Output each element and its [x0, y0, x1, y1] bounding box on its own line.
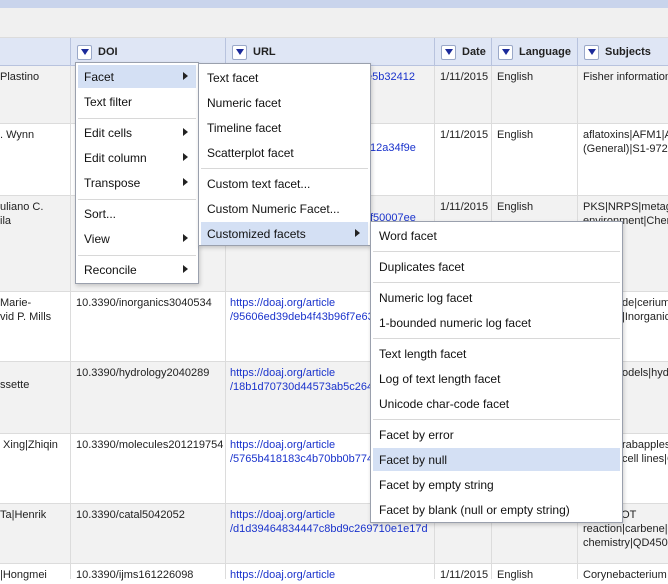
- cell-authors: Ta|Henrik: [0, 509, 47, 521]
- cell-authors: ssette: [0, 379, 30, 391]
- column-label-subjects: Subjects: [605, 46, 651, 58]
- menu-item-transpose[interactable]: Transpose: [78, 171, 196, 194]
- cell-subjects: rabapples cell lines|C: [622, 439, 668, 465]
- cell-language: English: [497, 71, 534, 83]
- facet-submenu: Text facet Numeric facet Timeline facet …: [198, 63, 371, 246]
- menu-item-text-length-facet[interactable]: Text length facet: [373, 342, 620, 365]
- cell-authors: |Hongmei: [0, 569, 47, 581]
- menu-item-facet-by-null[interactable]: Facet by null: [373, 448, 620, 471]
- column-header-url[interactable]: URL: [225, 38, 434, 66]
- cell-subjects: de|cerium| |Inorganic: [622, 297, 668, 323]
- menu-separator: [373, 338, 620, 339]
- menu-item-bounded-numeric-log-facet[interactable]: 1-bounded numeric log facet: [373, 311, 620, 334]
- menu-item-scatterplot-facet[interactable]: Scatterplot facet: [201, 141, 368, 164]
- menu-item-facet[interactable]: Facet: [78, 65, 196, 88]
- cell-authors: Marie- vid P. Mills: [0, 297, 52, 323]
- menu-item-timeline-facet[interactable]: Timeline facet: [201, 116, 368, 139]
- menu-item-sort[interactable]: Sort...: [78, 202, 196, 225]
- cell-authors: uliano C. ila: [0, 201, 44, 227]
- cell-authors: . Wynn: [0, 129, 35, 141]
- cell-authors: Xing|Zhiqin: [0, 439, 58, 451]
- cell-date: 1/11/2015: [440, 569, 489, 581]
- menu-item-edit-column[interactable]: Edit column: [78, 146, 196, 169]
- menu-item-facet-by-empty-string[interactable]: Facet by empty string: [373, 473, 620, 496]
- cell-subjects: aflatoxins|AFM1|A (General)|S1-972|: [583, 129, 668, 155]
- menu-item-numeric-log-facet[interactable]: Numeric log facet: [373, 286, 620, 309]
- column-label-date: Date: [462, 46, 486, 58]
- cell-url[interactable]: https://doaj.org/article /18b1d70730d445…: [230, 366, 373, 394]
- menu-separator: [201, 168, 368, 169]
- chevron-right-icon: [183, 265, 188, 273]
- menu-item-facet-by-blank[interactable]: Facet by blank (null or empty string): [373, 498, 620, 521]
- top-bar: [0, 0, 668, 8]
- cell-url[interactable]: https://doaj.org/article /5765b418183c4b…: [230, 438, 373, 466]
- menu-item-word-facet[interactable]: Word facet: [373, 224, 620, 247]
- cell-doi: 10.3390/ijms161226098: [76, 569, 194, 581]
- cell-url[interactable]: e5b32412: [366, 70, 415, 84]
- menu-item-view[interactable]: View: [78, 227, 196, 250]
- menu-item-text-facet[interactable]: Text facet: [201, 66, 368, 89]
- menu-separator: [373, 251, 620, 252]
- cell-doi: 10.3390/hydrology2040289: [76, 367, 210, 379]
- chevron-down-icon[interactable]: [232, 44, 247, 60]
- menu-item-numeric-facet[interactable]: Numeric facet: [201, 91, 368, 114]
- column-header-date[interactable]: Date: [434, 38, 491, 66]
- menu-separator: [78, 255, 196, 256]
- cell-doi: 10.3390/inorganics3040534: [76, 297, 212, 309]
- cell-url[interactable]: https://doaj.org/article /95606ed39deb4f…: [230, 296, 374, 324]
- cell-subjects: Corynebacterium: [583, 569, 667, 581]
- column-label-url: URL: [253, 46, 276, 58]
- column-menu: Facet Text filter Edit cells Edit column…: [75, 62, 199, 284]
- chevron-right-icon: [183, 72, 188, 80]
- cell-language: English: [497, 129, 534, 141]
- menu-item-unicode-char-code-facet[interactable]: Unicode char-code facet: [373, 392, 620, 415]
- menu-separator: [373, 419, 620, 420]
- cell-subjects: Fisher information: [583, 71, 668, 83]
- menu-item-customized-facets[interactable]: Customized facets: [201, 222, 368, 245]
- menu-separator: [373, 282, 620, 283]
- column-label-language: Language: [519, 46, 571, 58]
- toolbar: [0, 8, 668, 38]
- column-label-doi: DOI: [98, 46, 118, 58]
- cell-date: 1/11/2015: [440, 71, 489, 83]
- column-divider: [70, 66, 71, 579]
- chevron-right-icon: [355, 229, 360, 237]
- chevron-down-icon[interactable]: [441, 44, 456, 60]
- customized-facets-submenu: Word facet Duplicates facet Numeric log …: [370, 221, 623, 523]
- menu-item-edit-cells[interactable]: Edit cells: [78, 121, 196, 144]
- cell-url[interactable]: 12a34f9e: [370, 141, 416, 155]
- menu-item-reconcile[interactable]: Reconcile: [78, 258, 196, 281]
- chevron-right-icon: [183, 153, 188, 161]
- table-row: |Hongmei 10.3390/ijms161226098 https://d…: [0, 564, 668, 584]
- chevron-down-icon[interactable]: [584, 44, 599, 60]
- chevron-down-icon[interactable]: [77, 44, 92, 60]
- cell-url[interactable]: https://doaj.org/article: [230, 568, 335, 582]
- cell-language: English: [497, 201, 534, 213]
- cell-doi: 10.3390/molecules201219754: [76, 439, 224, 451]
- cell-date: 1/11/2015: [440, 129, 489, 141]
- cell-date: 1/11/2015: [440, 201, 489, 213]
- column-header-subjects[interactable]: Subjects: [577, 38, 668, 66]
- column-header-language[interactable]: Language: [491, 38, 577, 66]
- column-header-authors: [0, 38, 70, 66]
- chevron-right-icon: [183, 178, 188, 186]
- menu-item-custom-numeric-facet[interactable]: Custom Numeric Facet...: [201, 197, 368, 220]
- menu-separator: [78, 118, 196, 119]
- menu-item-log-text-length-facet[interactable]: Log of text length facet: [373, 367, 620, 390]
- chevron-right-icon: [183, 128, 188, 136]
- cell-doi: 10.3390/catal5042052: [76, 509, 185, 521]
- menu-item-custom-text-facet[interactable]: Custom text facet...: [201, 172, 368, 195]
- cell-authors: Plastino: [0, 71, 40, 83]
- chevron-right-icon: [183, 234, 188, 242]
- menu-item-duplicates-facet[interactable]: Duplicates facet: [373, 255, 620, 278]
- cell-subjects: odels|hyd: [622, 367, 668, 379]
- menu-item-text-filter[interactable]: Text filter: [78, 90, 196, 113]
- menu-separator: [78, 199, 196, 200]
- chevron-down-icon[interactable]: [498, 44, 513, 60]
- menu-item-facet-by-error[interactable]: Facet by error: [373, 423, 620, 446]
- cell-language: English: [497, 569, 534, 581]
